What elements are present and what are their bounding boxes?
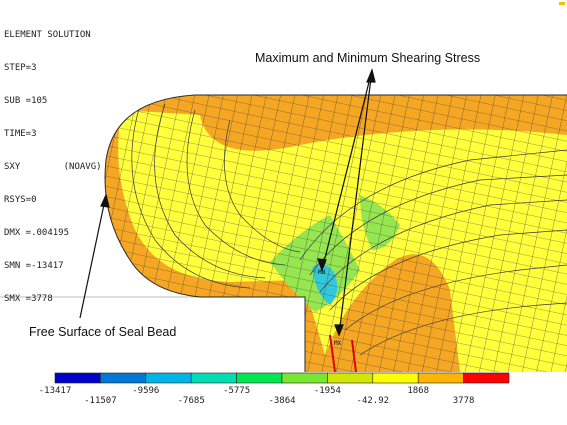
result-plot-window: MN MX ELEMENT SOLUTION STEP=3 SUB =105 T…: [0, 0, 567, 425]
max-marker: MX: [334, 340, 342, 347]
info-line-sxy: SXY (NOAVG): [4, 162, 102, 172]
max-min-shear-label: Maximum and Minimum Shearing Stress: [255, 51, 481, 65]
legend-tick-label: -3864: [268, 396, 296, 406]
legend-swatch: [417, 372, 464, 384]
legend-color-bar: [54, 372, 510, 384]
arrowhead-label-top: [366, 68, 376, 83]
legend-swatch: [190, 372, 237, 384]
info-line-smx: SMX =3778: [4, 294, 53, 304]
legend-swatch: [327, 372, 374, 384]
legend-swatch: [463, 372, 510, 384]
legend-tick-label: -11507: [84, 396, 117, 406]
legend-swatch: [236, 372, 283, 384]
info-line-time: TIME=3: [4, 129, 37, 139]
legend-swatch: [372, 372, 419, 384]
info-line-step: STEP=3: [4, 63, 37, 73]
info-line-rsys: RSYS=0: [4, 195, 37, 205]
legend-swatch: [145, 372, 192, 384]
free-surface-label: Free Surface of Seal Bead: [29, 325, 177, 339]
legend-tick-label: -1954: [313, 386, 341, 396]
legend-tick-label: 1868: [407, 386, 430, 396]
solution-info-block: ELEMENT SOLUTION STEP=3 SUB =105 TIME=3 …: [4, 8, 102, 327]
legend-tick-label: -9596: [132, 386, 160, 396]
legend-tick-label: -7685: [177, 396, 205, 406]
legend-swatch: [281, 372, 328, 384]
solution-title: ELEMENT SOLUTION: [4, 30, 91, 40]
legend-tick-label: 3778: [452, 396, 475, 406]
legend-tick-label: -42.92: [356, 396, 390, 406]
legend-swatch: [100, 372, 147, 384]
info-line-dmx: DMX =.004195: [4, 228, 70, 238]
legend-tick-label: -13417: [38, 386, 72, 396]
legend-tick-label: -5775: [223, 386, 251, 396]
legend-swatch: [54, 372, 101, 384]
info-line-smn: SMN =-13417: [4, 261, 64, 271]
info-line-sub: SUB =105: [4, 96, 48, 106]
